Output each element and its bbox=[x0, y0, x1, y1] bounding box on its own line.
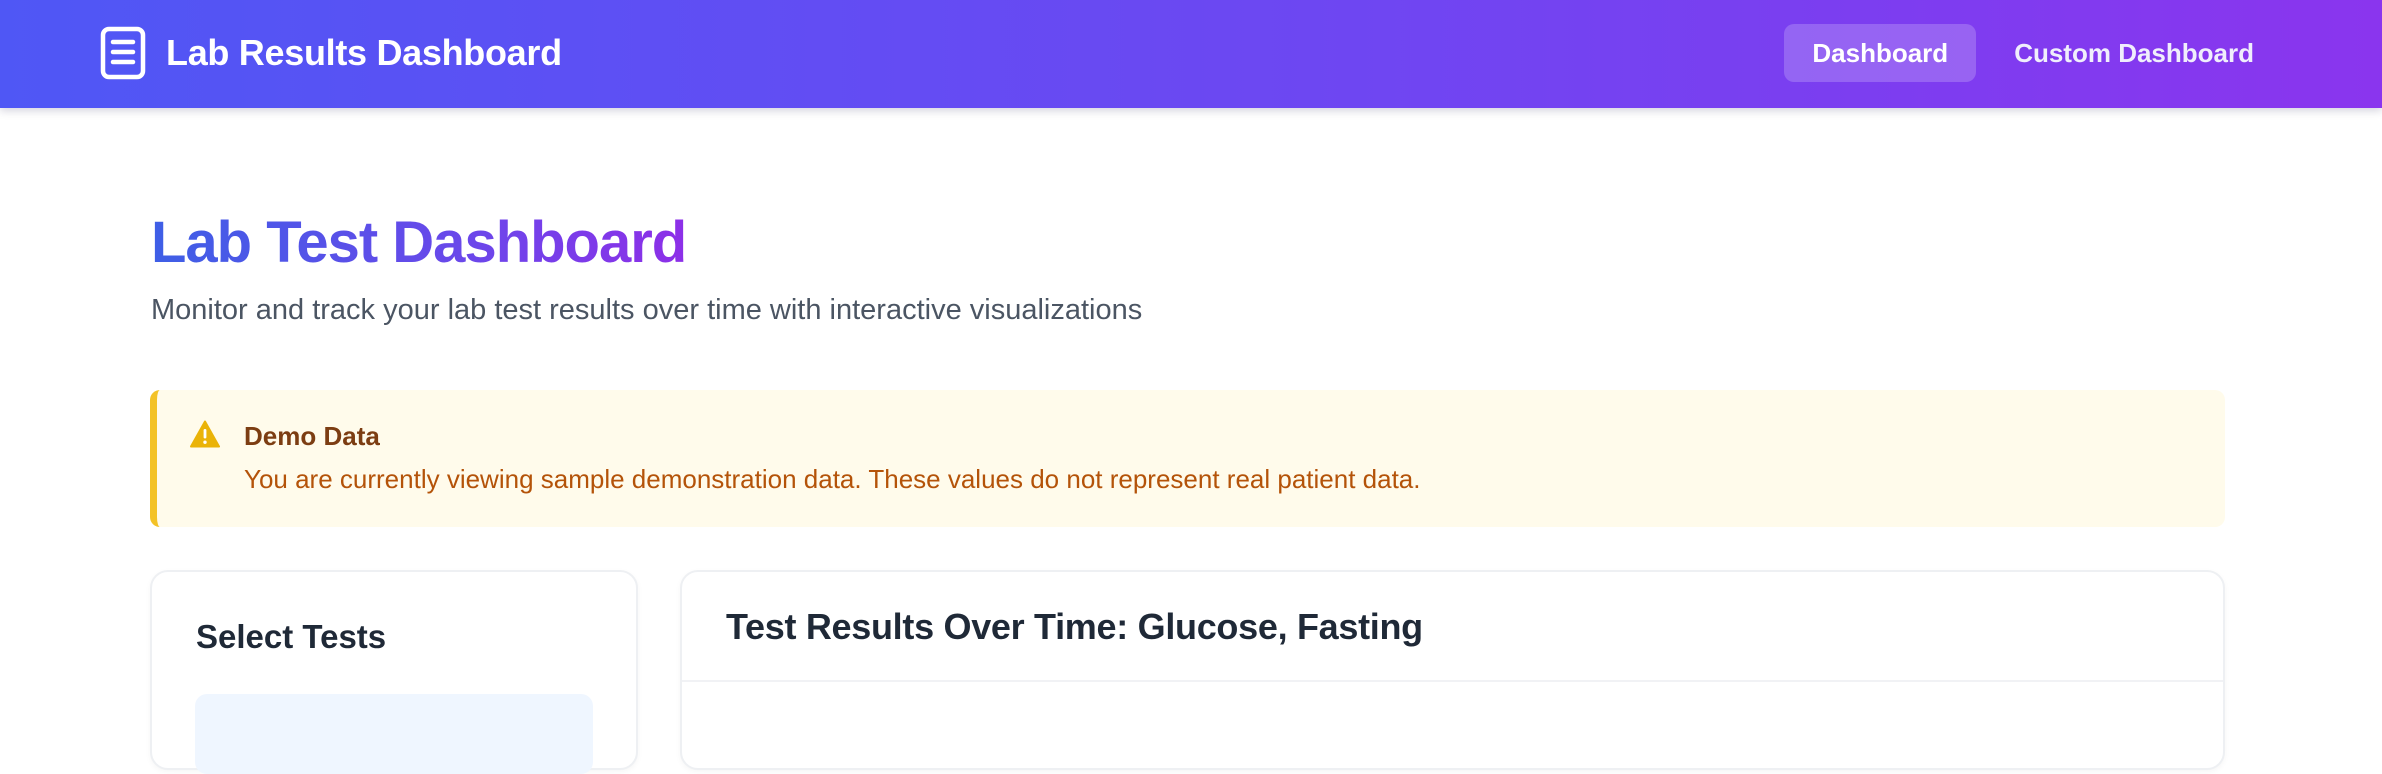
brand[interactable]: Lab Results Dashboard bbox=[100, 24, 562, 82]
page-subtitle: Monitor and track your lab test results … bbox=[151, 294, 1143, 326]
alert-message: You are currently viewing sample demonst… bbox=[244, 464, 1421, 494]
chart-panel: Test Results Over Time: Glucose, Fasting bbox=[680, 570, 2225, 770]
alert-title: Demo Data bbox=[244, 421, 380, 451]
warning-icon bbox=[190, 420, 220, 448]
nav-dashboard-button[interactable]: Dashboard bbox=[1784, 24, 1977, 82]
select-tests-panel: Select Tests bbox=[150, 570, 638, 774]
demo-data-alert: Demo Data You are currently viewing samp… bbox=[150, 390, 2225, 527]
divider bbox=[682, 680, 2223, 682]
app-title: Lab Results Dashboard bbox=[166, 32, 562, 73]
main-nav: Dashboard Custom Dashboard bbox=[1784, 24, 2282, 82]
test-list-item[interactable] bbox=[195, 694, 593, 774]
select-tests-heading: Select Tests bbox=[196, 618, 387, 655]
chart-panel-heading: Test Results Over Time: Glucose, Fasting bbox=[726, 606, 1423, 647]
top-navbar: Lab Results Dashboard Dashboard Custom D… bbox=[0, 0, 2382, 108]
nav-custom-dashboard-button[interactable]: Custom Dashboard bbox=[1986, 24, 2282, 82]
document-icon bbox=[100, 26, 146, 80]
page-title: Lab Test Dashboard bbox=[151, 208, 687, 278]
